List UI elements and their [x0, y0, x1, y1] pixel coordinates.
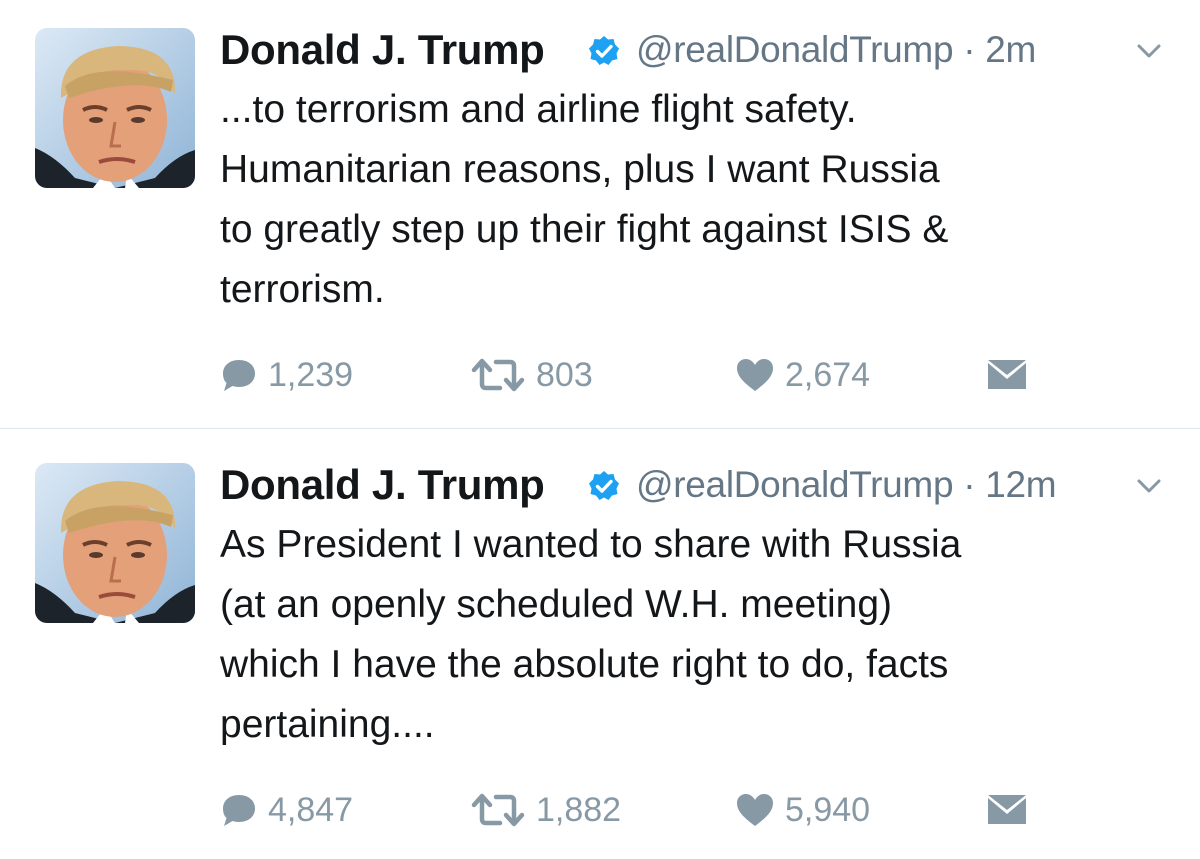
- direct-message-icon: [985, 357, 1029, 393]
- verified-badge-icon: [588, 35, 620, 67]
- retweet-icon: [470, 791, 526, 829]
- retweet-count: 1,882: [536, 790, 622, 829]
- retweet-button[interactable]: 803: [470, 350, 593, 400]
- like-count: 2,674: [785, 355, 871, 394]
- like-count: 5,940: [785, 790, 871, 829]
- handle-and-time[interactable]: @realDonaldTrump · 12m: [636, 457, 1057, 513]
- chevron-down-icon[interactable]: [1134, 471, 1164, 501]
- like-icon: [735, 792, 775, 828]
- tweet-actions: 1,239 803 2,674: [220, 350, 1120, 400]
- tweet-time[interactable]: 12m: [985, 464, 1056, 505]
- direct-message-button[interactable]: [985, 785, 1029, 835]
- avatar[interactable]: [35, 463, 195, 623]
- retweet-button[interactable]: 1,882: [470, 785, 621, 835]
- tweet-timeline: Donald J. Trump @realDonaldTrump · 2m ..…: [0, 0, 1200, 859]
- tweet-text: As President I wanted to share with Russ…: [220, 523, 962, 746]
- avatar[interactable]: [35, 28, 195, 188]
- like-icon: [735, 357, 775, 393]
- display-name[interactable]: Donald J. Trump: [220, 22, 545, 78]
- reply-button[interactable]: 4,847: [220, 785, 353, 835]
- direct-message-button[interactable]: [985, 350, 1029, 400]
- tweet-header: Donald J. Trump @realDonaldTrump · 2m: [220, 22, 1180, 78]
- retweet-icon: [470, 356, 526, 394]
- chevron-down-icon[interactable]: [1134, 36, 1164, 66]
- direct-message-icon: [985, 792, 1029, 828]
- like-button[interactable]: 5,940: [735, 785, 870, 835]
- retweet-count: 803: [536, 355, 593, 394]
- reply-count: 1,239: [268, 355, 354, 394]
- reply-icon: [220, 791, 258, 829]
- reply-count: 4,847: [268, 790, 354, 829]
- verified-badge-icon: [588, 470, 620, 502]
- tweet-header: Donald J. Trump @realDonaldTrump · 12m: [220, 457, 1180, 513]
- user-handle[interactable]: @realDonaldTrump: [636, 464, 954, 505]
- reply-icon: [220, 356, 258, 394]
- tweet[interactable]: Donald J. Trump @realDonaldTrump · 12m A…: [0, 429, 1200, 859]
- user-handle[interactable]: @realDonaldTrump: [636, 29, 954, 70]
- display-name[interactable]: Donald J. Trump: [220, 457, 545, 513]
- like-button[interactable]: 2,674: [735, 350, 870, 400]
- tweet-time[interactable]: 2m: [985, 29, 1036, 70]
- tweet-actions: 4,847 1,882 5,940: [220, 785, 1120, 835]
- tweet-text: ...to terrorism and airline flight safet…: [220, 88, 949, 311]
- handle-and-time[interactable]: @realDonaldTrump · 2m: [636, 22, 1036, 78]
- tweet[interactable]: Donald J. Trump @realDonaldTrump · 2m ..…: [0, 0, 1200, 428]
- reply-button[interactable]: 1,239: [220, 350, 353, 400]
